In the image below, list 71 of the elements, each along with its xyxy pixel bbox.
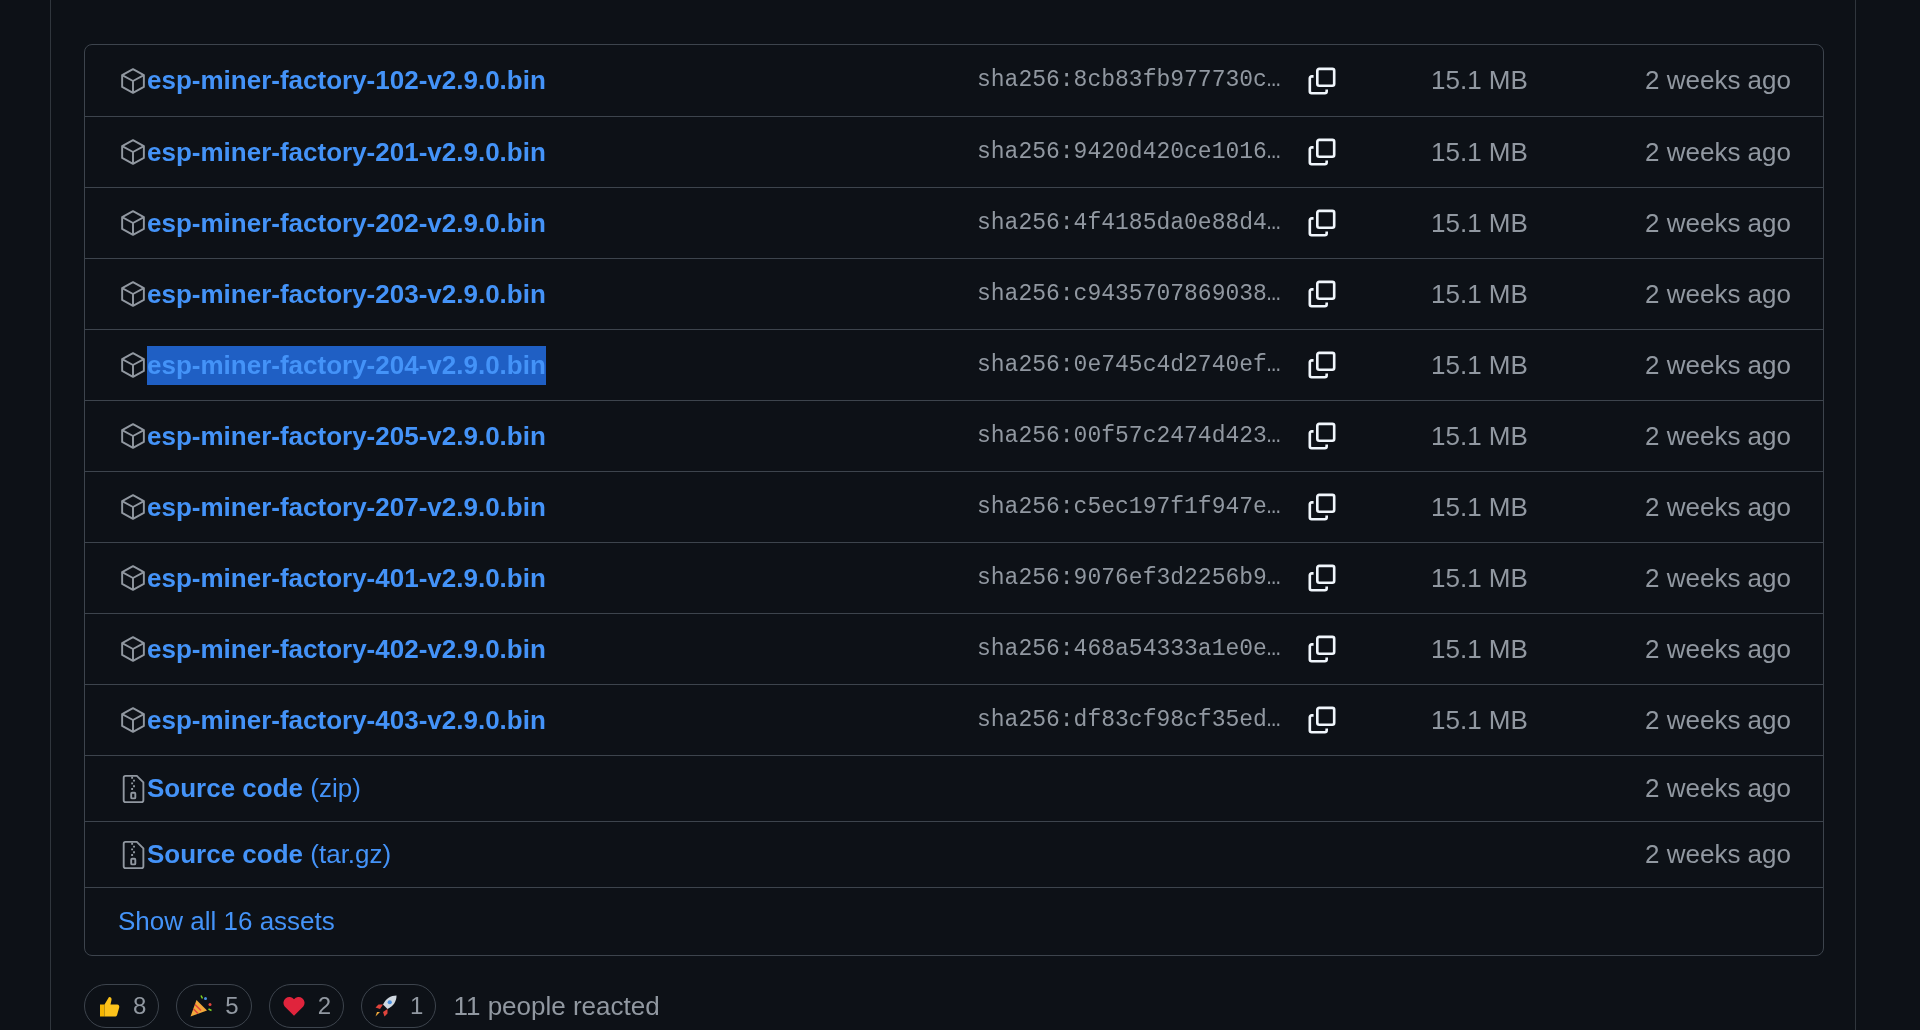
package-icon xyxy=(119,351,147,379)
package-icon xyxy=(119,280,147,308)
package-icon xyxy=(119,635,147,663)
rocket-icon xyxy=(374,994,399,1018)
upload-date: 2 weeks ago xyxy=(1644,206,1791,240)
file-size: 15.1 MB xyxy=(1431,561,1529,595)
package-icon xyxy=(119,66,147,95)
package-icon xyxy=(119,493,147,521)
copy-icon[interactable] xyxy=(1307,634,1337,664)
upload-date: 2 weeks ago xyxy=(1644,135,1791,169)
copy-icon[interactable] xyxy=(1307,350,1337,380)
reaction-summary: 11 people reacted xyxy=(453,989,660,1023)
asset-link[interactable]: esp-miner-factory-402-v2.9.0.bin xyxy=(147,629,546,669)
file-size: 15.1 MB xyxy=(1431,632,1529,666)
sha256-digest: sha256:00f57c2474d423… xyxy=(977,421,1282,451)
upload-date: 2 weeks ago xyxy=(1645,772,1791,805)
show-all-assets-link[interactable]: Show all 16 assets xyxy=(118,902,335,941)
sha256-digest: sha256:9420d420ce1016… xyxy=(977,137,1282,167)
file-size: 15.1 MB xyxy=(1431,64,1529,97)
asset-link[interactable]: esp-miner-factory-403-v2.9.0.bin xyxy=(147,700,546,740)
file-size: 15.1 MB xyxy=(1431,135,1529,169)
copy-icon[interactable] xyxy=(1307,421,1337,451)
file-size: 15.1 MB xyxy=(1431,277,1529,311)
sha256-digest: sha256:4f4185da0e88d4… xyxy=(977,208,1282,238)
upload-date: 2 weeks ago xyxy=(1644,277,1791,311)
package-icon xyxy=(119,564,147,592)
upload-date: 2 weeks ago xyxy=(1644,419,1791,453)
asset-link[interactable]: esp-miner-factory-203-v2.9.0.bin xyxy=(147,274,546,314)
upload-date: 2 weeks ago xyxy=(1644,490,1791,524)
upload-date: 2 weeks ago xyxy=(1644,703,1791,737)
party-popper-icon xyxy=(189,994,214,1018)
upload-date: 2 weeks ago xyxy=(1644,632,1791,666)
zip-file-icon xyxy=(121,773,147,804)
upload-date: 2 weeks ago xyxy=(1644,348,1791,382)
asset-link[interactable]: esp-miner-factory-102-v2.9.0.bin xyxy=(147,61,546,100)
copy-icon[interactable] xyxy=(1307,563,1337,593)
package-icon xyxy=(119,422,147,450)
sha256-digest: sha256:0e745c4d2740ef… xyxy=(977,350,1282,380)
package-icon xyxy=(119,209,147,237)
source-code-link[interactable]: Source code (tar.gz) xyxy=(147,835,392,874)
asset-link[interactable]: esp-miner-factory-207-v2.9.0.bin xyxy=(147,487,546,527)
thumbs-up-icon xyxy=(97,994,121,1018)
sha256-digest: sha256:8cb83fb977730c… xyxy=(977,66,1282,96)
upload-date: 2 weeks ago xyxy=(1645,838,1791,871)
asset-link[interactable]: esp-miner-factory-201-v2.9.0.bin xyxy=(147,132,546,172)
asset-link[interactable]: esp-miner-factory-205-v2.9.0.bin xyxy=(147,416,546,456)
copy-icon[interactable] xyxy=(1307,65,1337,96)
package-icon xyxy=(119,706,147,734)
package-icon xyxy=(119,138,147,166)
asset-link[interactable]: esp-miner-factory-202-v2.9.0.bin xyxy=(147,203,546,243)
upload-date: 2 weeks ago xyxy=(1644,561,1791,595)
sha256-digest: sha256:9076ef3d2256b9… xyxy=(977,563,1282,593)
copy-icon[interactable] xyxy=(1307,208,1337,238)
sha256-digest: sha256:c5ec197f1f947e… xyxy=(977,492,1282,522)
copy-icon[interactable] xyxy=(1307,492,1337,522)
source-code-link[interactable]: Source code (zip) xyxy=(147,769,361,808)
copy-icon[interactable] xyxy=(1307,279,1337,309)
zip-file-icon xyxy=(121,839,147,870)
copy-icon[interactable] xyxy=(1307,137,1337,167)
heart-icon xyxy=(281,994,306,1018)
asset-link[interactable]: esp-miner-factory-401-v2.9.0.bin xyxy=(147,558,546,598)
file-size: 15.1 MB xyxy=(1431,490,1529,524)
file-size: 15.1 MB xyxy=(1431,703,1529,737)
sha256-digest: sha256:df83cf98cf35ed… xyxy=(977,705,1282,735)
sha256-digest: sha256:c9435707869038… xyxy=(977,279,1282,309)
upload-date: 2 weeks ago xyxy=(1644,64,1791,97)
file-size: 15.1 MB xyxy=(1431,419,1529,453)
file-size: 15.1 MB xyxy=(1431,206,1529,240)
sha256-digest: sha256:468a54333a1e0e… xyxy=(977,634,1282,664)
copy-icon[interactable] xyxy=(1307,705,1337,735)
file-size: 15.1 MB xyxy=(1431,348,1529,382)
